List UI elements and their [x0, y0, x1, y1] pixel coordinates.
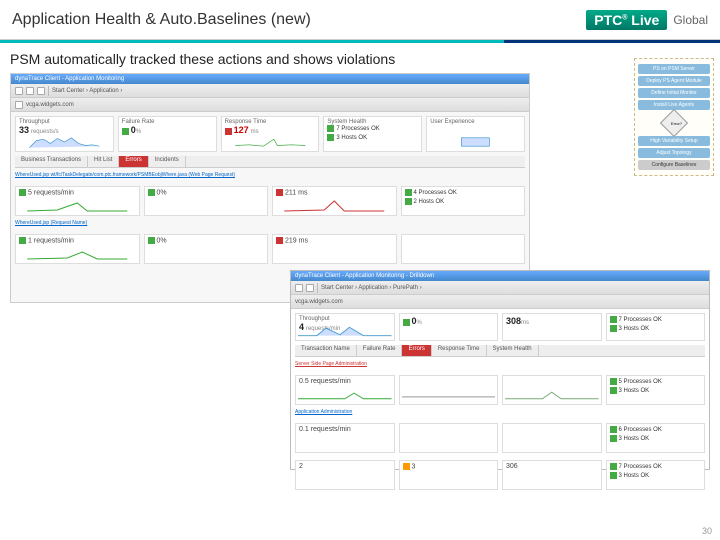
- metric-response[interactable]: Response Time 127 ms: [221, 116, 320, 152]
- tab-failure[interactable]: Failure Rate: [357, 345, 403, 356]
- detail-cell: [401, 234, 526, 264]
- transaction-link[interactable]: Server Side Page Administration: [295, 361, 367, 367]
- detail-cell: 306: [502, 460, 602, 490]
- metric-ux[interactable]: User Experience: [426, 116, 525, 152]
- subtoolbar: vcga.widgets.com: [11, 98, 529, 112]
- window-titlebar: dynaTrace Client - Application Monitorin…: [11, 74, 529, 84]
- flow-step: Configure Baselines: [638, 160, 710, 170]
- tab-hitlist[interactable]: Hit List: [88, 156, 119, 167]
- host-label: vcga.widgets.com: [295, 299, 343, 305]
- flow-step: Deploy PS Agent Module: [638, 76, 710, 86]
- detail-cell: [502, 423, 602, 453]
- slide-title: Application Health & Auto.Baselines (new…: [12, 11, 311, 29]
- detail-cell: [399, 375, 499, 405]
- tab-errors[interactable]: Errors: [119, 156, 148, 167]
- metric-throughput[interactable]: Throughput 33 requests/s: [15, 116, 114, 152]
- flow-step: Adjust Topology: [638, 148, 710, 158]
- detail-cell: 4 Processes OK2 Hosts OK: [401, 186, 526, 216]
- tab-bar: Business Transactions Hit List Errors In…: [15, 156, 525, 168]
- brand-logo: PTC® Live: [586, 10, 667, 30]
- transaction-link[interactable]: WhereUsed.jsp wt/fc/TaskDelegate/com.ptc…: [15, 172, 235, 178]
- breadcrumb[interactable]: Start Center › Application ›: [52, 88, 122, 94]
- detail-cell: 0.5 requests/min: [295, 375, 395, 405]
- brand-subtext: Global: [673, 13, 708, 27]
- page-number: 30: [702, 526, 712, 536]
- detail-cell: [502, 375, 602, 405]
- toolbar-button[interactable]: [37, 87, 45, 95]
- slide-subtitle: PSM automatically tracked these actions …: [10, 51, 710, 67]
- flow-step: Define Initial Monitor: [638, 88, 710, 98]
- breadcrumb[interactable]: Start Center › Application › PurePath ›: [321, 285, 422, 291]
- toolbar-button[interactable]: [306, 284, 314, 292]
- brand-block: PTC® Live Global: [586, 10, 708, 30]
- status-dot-icon: [122, 128, 129, 135]
- window-titlebar: dynaTrace Client - Application Monitorin…: [291, 271, 709, 281]
- flow-step: High Variability Setup: [638, 136, 710, 146]
- toolbar: Start Center › Application ›: [11, 84, 529, 98]
- toolbar: Start Center › Application › PurePath ›: [291, 281, 709, 295]
- tab-response[interactable]: Response Time: [432, 345, 487, 356]
- metric-failure[interactable]: 0%: [399, 313, 499, 341]
- detail-cell: 5 requests/min: [15, 186, 140, 216]
- tab-incidents[interactable]: Incidents: [149, 156, 186, 167]
- tab-errors[interactable]: Errors: [402, 345, 431, 356]
- detail-cell: 0%: [144, 234, 269, 264]
- metric-failure[interactable]: Failure Rate 0%: [118, 116, 217, 152]
- detail-cell: 5 Processes OK3 Hosts OK: [606, 375, 706, 405]
- transaction-link[interactable]: WhereUsed.jsp (Request Name): [15, 220, 87, 226]
- detail-cell: 3: [399, 460, 499, 490]
- screenshot-top: dynaTrace Client - Application Monitorin…: [10, 73, 530, 303]
- host-label: vcga.widgets.com: [26, 102, 74, 108]
- metric-health[interactable]: 7 Processes OK 3 Hosts OK: [606, 313, 706, 341]
- detail-cell: 7 Processes OK3 Hosts OK: [606, 460, 706, 490]
- metric-health[interactable]: System Health 7 Processes OK 3 Hosts OK: [323, 116, 422, 152]
- detail-cell: [399, 423, 499, 453]
- detail-cell: 1 requests/min: [15, 234, 140, 264]
- detail-cell: 211 ms: [272, 186, 397, 216]
- transaction-link[interactable]: Application Administration: [295, 409, 352, 415]
- detail-cell: 0.1 requests/min: [295, 423, 395, 453]
- toolbar-button[interactable]: [295, 284, 303, 292]
- tab-health[interactable]: System Health: [487, 345, 539, 356]
- toolbar-button[interactable]: [15, 87, 23, 95]
- sparkline-icon: [18, 135, 111, 149]
- detail-cell: 2: [295, 460, 395, 490]
- flowchart: PS on PSM Server Deploy PS Agent Module …: [634, 58, 714, 176]
- tab-bar: Transaction Name Failure Rate Errors Res…: [295, 345, 705, 357]
- metric-response[interactable]: 308ms: [502, 313, 602, 341]
- flow-decision: Error?: [660, 109, 688, 137]
- detail-cell: 6 Processes OK3 Hosts OK: [606, 423, 706, 453]
- screenshot-bottom: dynaTrace Client - Application Monitorin…: [290, 270, 710, 470]
- nav-icon[interactable]: [15, 101, 23, 109]
- tab-transactions[interactable]: Business Transactions: [15, 156, 88, 167]
- slide-header: Application Health & Auto.Baselines (new…: [0, 0, 720, 40]
- toolbar-button[interactable]: [26, 87, 34, 95]
- tab-transaction[interactable]: Transaction Name: [295, 345, 357, 356]
- detail-cell: 219 ms: [272, 234, 397, 264]
- metric-throughput[interactable]: Throughput 4 requests/min: [295, 313, 395, 341]
- flow-step: PS on PSM Server: [638, 64, 710, 74]
- status-dot-icon: [225, 128, 232, 135]
- detail-cell: 0%: [144, 186, 269, 216]
